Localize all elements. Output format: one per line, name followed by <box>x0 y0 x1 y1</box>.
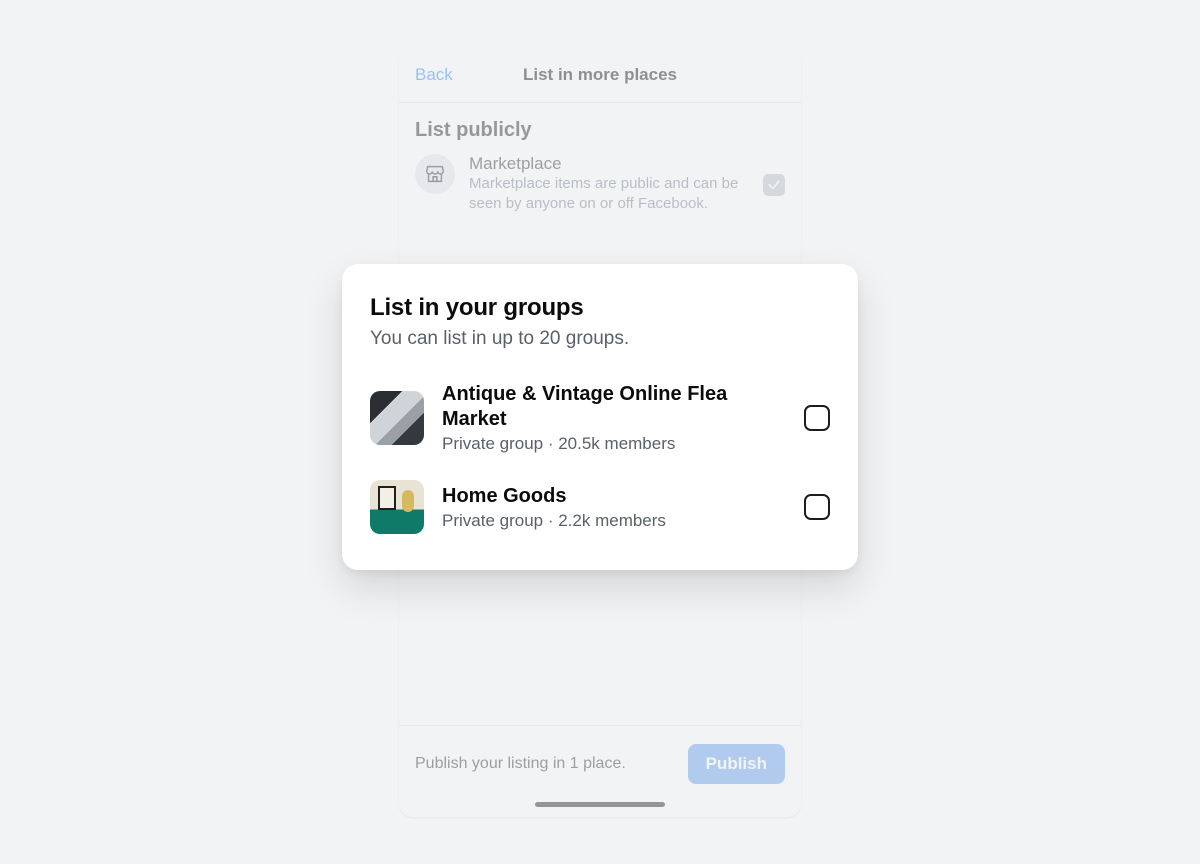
list-publicly-section: List publicly Marketplace Marketplace it… <box>399 103 801 215</box>
group-meta: Private group · 2.2k members <box>442 511 786 531</box>
back-button[interactable]: Back <box>415 65 453 85</box>
group-thumbnail <box>370 391 424 445</box>
group-thumbnail <box>370 480 424 534</box>
groups-subtitle: You can list in up to 20 groups. <box>370 328 830 350</box>
marketplace-row[interactable]: Marketplace Marketplace items are public… <box>415 154 785 215</box>
publish-footer: Publish your listing in 1 place. Publish <box>399 725 801 790</box>
marketplace-name: Marketplace <box>469 154 749 174</box>
group-name: Home Goods <box>442 484 786 509</box>
storefront-icon <box>415 154 455 194</box>
group-name: Antique & Vintage Online Flea Market <box>442 382 786 432</box>
publish-button[interactable]: Publish <box>688 744 785 784</box>
group-row[interactable]: Antique & Vintage Online Flea Market Pri… <box>370 372 830 464</box>
groups-title: List in your groups <box>370 294 830 322</box>
page-title: List in more places <box>523 65 677 85</box>
group-meta: Private group · 20.5k members <box>442 434 786 454</box>
group-checkbox[interactable] <box>804 405 830 431</box>
group-row[interactable]: Home Goods Private group · 2.2k members <box>370 470 830 544</box>
list-in-groups-card: List in your groups You can list in up t… <box>342 264 858 570</box>
list-publicly-heading: List publicly <box>415 119 785 142</box>
group-checkbox[interactable] <box>804 494 830 520</box>
home-indicator <box>535 802 665 807</box>
marketplace-description: Marketplace items are public and can be … <box>469 174 749 215</box>
marketplace-checkbox[interactable] <box>763 174 785 196</box>
publish-summary-text: Publish your listing in 1 place. <box>415 754 676 775</box>
nav-bar: Back List in more places <box>399 47 801 103</box>
